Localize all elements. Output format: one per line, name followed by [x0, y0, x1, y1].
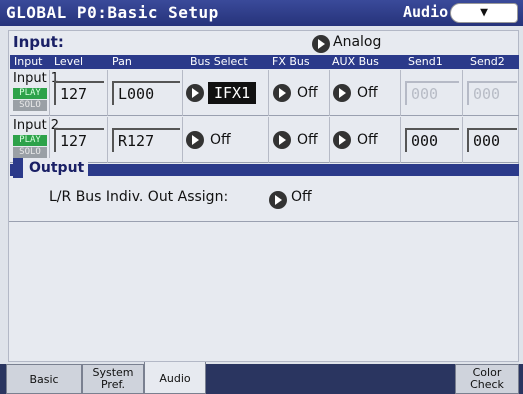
title-bar: GLOBAL P0:Basic Setup Audio ▼: [0, 0, 523, 26]
bus-select-value[interactable]: Off: [210, 129, 231, 151]
col-header-level: Level: [54, 55, 84, 68]
chevron-down-icon: ▼: [480, 5, 488, 20]
input-name: Input 2: [13, 118, 60, 133]
send2-field[interactable]: 000: [467, 81, 517, 105]
tab-system-pref[interactable]: System Pref.: [82, 364, 144, 394]
tab-label: Basic: [29, 373, 59, 386]
tab-label: Audio: [159, 372, 191, 385]
input-source-value[interactable]: Analog: [333, 34, 381, 50]
col-header-bus-select: Bus Select: [190, 55, 248, 68]
col-header-aux-bus: AUX Bus: [332, 55, 379, 68]
send2-field[interactable]: 000: [467, 128, 517, 152]
input-section-label: Input:: [13, 33, 64, 51]
play-button[interactable]: PLAY: [13, 88, 47, 99]
pan-field[interactable]: L000: [112, 81, 180, 105]
output-section-label: Output: [13, 158, 89, 178]
page-tabs: Basic System Pref. Audio Color Check: [0, 362, 523, 394]
fx-bus-value[interactable]: Off: [297, 82, 318, 104]
level-field[interactable]: 127: [54, 128, 104, 152]
aux-bus-value[interactable]: Off: [357, 82, 378, 104]
input-row-1: Input 1 PLAY SOLO 127 L000 IFX1 Off Off …: [10, 70, 519, 116]
fx-bus-arrow-icon[interactable]: [273, 131, 291, 149]
input-source-arrow-icon[interactable]: [312, 35, 330, 53]
col-header-fx-bus: FX Bus: [272, 55, 310, 68]
bus-select-arrow-icon[interactable]: [186, 84, 204, 102]
tab-basic[interactable]: Basic: [6, 364, 82, 394]
fx-bus-value[interactable]: Off: [297, 129, 318, 151]
solo-button[interactable]: SOLO: [13, 147, 47, 158]
audio-panel: Input: Analog Input Level Pan Bus Select…: [8, 30, 519, 362]
bus-select-value[interactable]: IFX1: [208, 82, 257, 104]
pan-field[interactable]: R127: [112, 128, 180, 152]
divider: [9, 221, 518, 222]
col-header-pan: Pan: [112, 55, 132, 68]
play-button[interactable]: PLAY: [13, 135, 47, 146]
input-row-2: Input 2 PLAY SOLO 127 R127 Off Off Off 0…: [10, 117, 519, 163]
current-tab-name: Audio: [403, 3, 449, 21]
aux-bus-value[interactable]: Off: [357, 129, 378, 151]
col-header-input: Input: [14, 55, 43, 68]
tab-label: Color Check: [470, 366, 504, 391]
input-table-header: Input Level Pan Bus Select FX Bus AUX Bu…: [10, 55, 519, 69]
tab-label: System Pref.: [92, 366, 134, 391]
level-field[interactable]: 127: [54, 81, 104, 105]
aux-bus-arrow-icon[interactable]: [333, 131, 351, 149]
tab-color-check[interactable]: Color Check: [455, 364, 519, 394]
send1-field[interactable]: 000: [405, 81, 459, 105]
page-title: GLOBAL P0:Basic Setup: [6, 3, 219, 22]
aux-bus-arrow-icon[interactable]: [333, 84, 351, 102]
send1-field[interactable]: 000: [405, 128, 459, 152]
lr-bus-assign-arrow-icon[interactable]: [269, 191, 287, 209]
screen: GLOBAL P0:Basic Setup Audio ▼ Input: Ana…: [0, 0, 523, 394]
page-menu-button[interactable]: ▼: [450, 3, 518, 23]
bus-select-arrow-icon[interactable]: [186, 131, 204, 149]
input-name: Input 1: [13, 71, 60, 86]
lr-bus-assign-label: L/R Bus Indiv. Out Assign:: [49, 189, 229, 205]
fx-bus-arrow-icon[interactable]: [273, 84, 291, 102]
lr-bus-assign-value[interactable]: Off: [291, 189, 312, 205]
solo-button[interactable]: SOLO: [13, 100, 47, 111]
tab-audio[interactable]: Audio: [144, 362, 206, 394]
col-header-send1: Send1: [408, 55, 443, 68]
col-header-send2: Send2: [470, 55, 505, 68]
